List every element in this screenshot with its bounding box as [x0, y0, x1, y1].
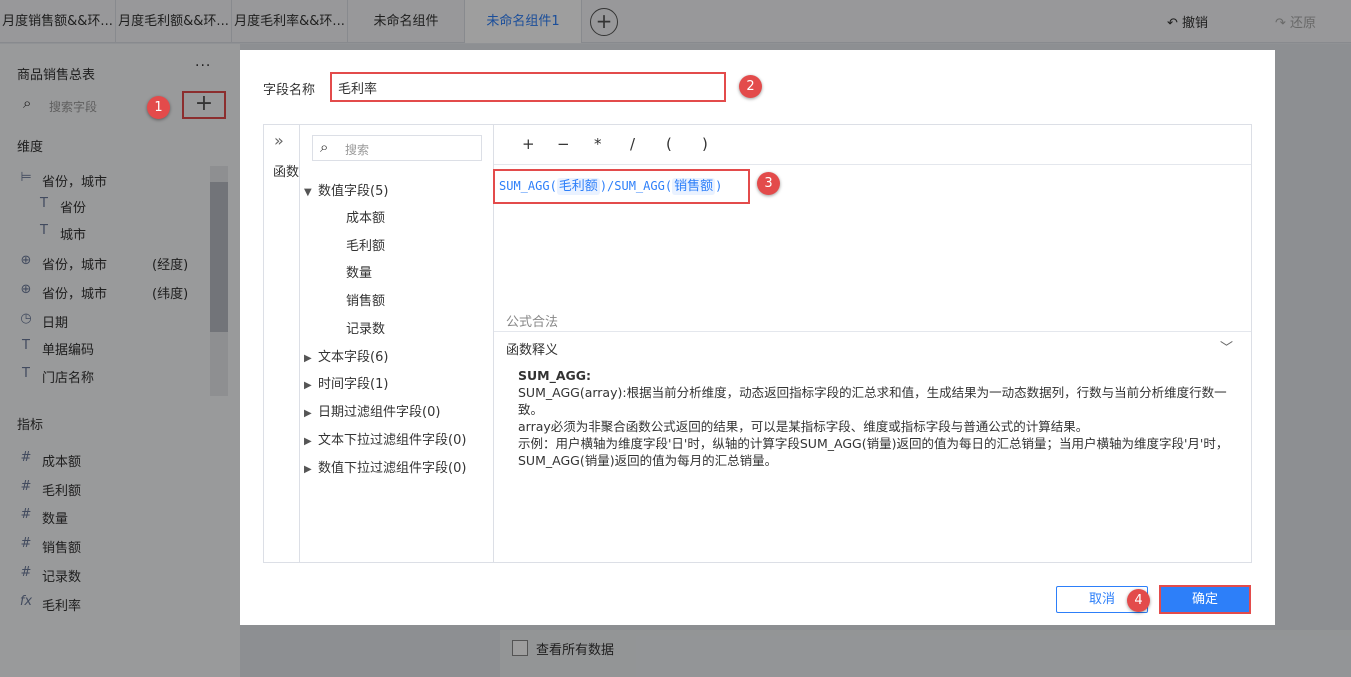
- caret-down-icon: ▼: [304, 187, 312, 198]
- step-badge-3: 3: [757, 172, 780, 195]
- caret-right-icon: ▶: [304, 353, 312, 364]
- confirm-button[interactable]: 确定: [1159, 585, 1251, 614]
- search-icon: ⌕: [320, 138, 329, 156]
- formula-editor: » 函数 ⌕ 搜索 ▼ 数值字段(5) 成本额 毛利额 数量 销售额 记录数 ▶ 文…: [263, 124, 1252, 563]
- tree-group-date-filter[interactable]: ▶ 日期过滤组件字段(0): [304, 401, 440, 420]
- function-help-text: SUM_AGG: SUM_AGG(array):根据当前分析维度，动态返回指标字…: [518, 368, 1229, 468]
- formula-input[interactable]: SUM_AGG(毛利额)/SUM_AGG(销售额): [499, 175, 722, 195]
- field-chip[interactable]: 毛利额: [556, 178, 600, 195]
- tree-group-numeric[interactable]: ▼ 数值字段(5): [304, 180, 388, 199]
- divide-operator[interactable]: /: [630, 135, 635, 153]
- tree-field-quantity[interactable]: 数量: [346, 262, 372, 281]
- tree-field-gross-profit[interactable]: 毛利额: [346, 235, 385, 254]
- step-badge-4: 4: [1127, 589, 1150, 612]
- function-toggle[interactable]: » 函数: [264, 125, 300, 562]
- open-paren-operator[interactable]: (: [666, 135, 672, 153]
- field-chip[interactable]: 销售额: [672, 178, 716, 195]
- tree-group-time[interactable]: ▶ 时间字段(1): [304, 373, 388, 392]
- step-badge-2: 2: [739, 75, 762, 98]
- caret-right-icon: ▶: [304, 436, 312, 447]
- minus-operator[interactable]: −: [557, 135, 570, 153]
- tree-field-sales[interactable]: 销售额: [346, 290, 385, 309]
- caret-right-icon: ▶: [304, 380, 312, 391]
- calculated-field-dialog: 字段名称 毛利率 2 » 函数 ⌕ 搜索 ▼ 数值字段(5) 成本额 毛利额 数量…: [240, 50, 1275, 625]
- caret-right-icon: ▶: [304, 408, 312, 419]
- field-tree: ⌕ 搜索 ▼ 数值字段(5) 成本额 毛利额 数量 销售额 记录数 ▶ 文本字段(6…: [300, 125, 494, 562]
- tree-group-text[interactable]: ▶ 文本字段(6): [304, 346, 388, 365]
- tree-field-cost[interactable]: 成本额: [346, 207, 385, 226]
- chevron-down-icon: ﹀: [1219, 341, 1233, 356]
- validation-status: 公式合法: [506, 315, 559, 330]
- tree-search-input[interactable]: ⌕ 搜索: [312, 135, 482, 161]
- step-badge-1: 1: [147, 96, 170, 119]
- expand-icon: »: [274, 131, 284, 150]
- field-name-input[interactable]: 毛利率: [330, 72, 726, 102]
- tree-group-number-filter[interactable]: ▶ 数值下拉过滤组件字段(0): [304, 457, 466, 476]
- function-label: 函数: [273, 165, 300, 180]
- tree-group-text-filter[interactable]: ▶ 文本下拉过滤组件字段(0): [304, 429, 466, 448]
- multiply-operator[interactable]: *: [594, 135, 602, 153]
- function-definition-header[interactable]: 函数释义 ﹀: [494, 331, 1251, 361]
- field-name-label: 字段名称: [263, 83, 316, 98]
- close-paren-operator[interactable]: ): [702, 135, 708, 153]
- plus-operator[interactable]: +: [522, 135, 535, 153]
- tree-field-record-count[interactable]: 记录数: [346, 318, 385, 337]
- operator-bar: + − * / ( ): [494, 125, 1251, 165]
- caret-right-icon: ▶: [304, 464, 312, 475]
